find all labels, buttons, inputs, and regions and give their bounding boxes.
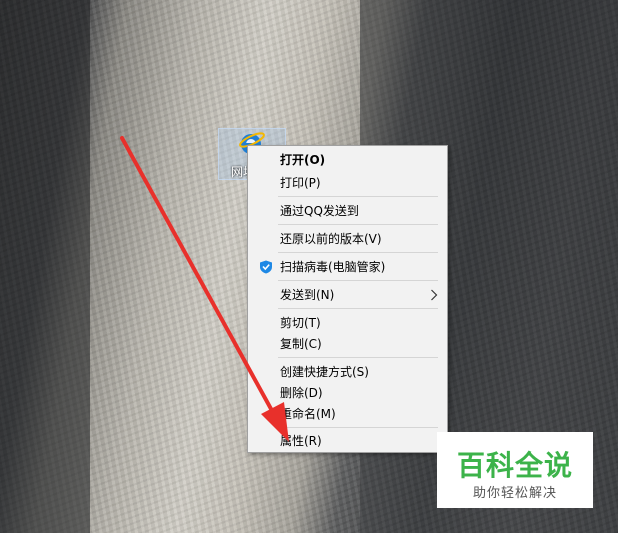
watermark-logo: 百科全说 助你轻松解决 (437, 432, 593, 508)
watermark-title: 百科全说 (456, 449, 573, 482)
watermark-subtitle: 助你轻松解决 (472, 486, 557, 501)
